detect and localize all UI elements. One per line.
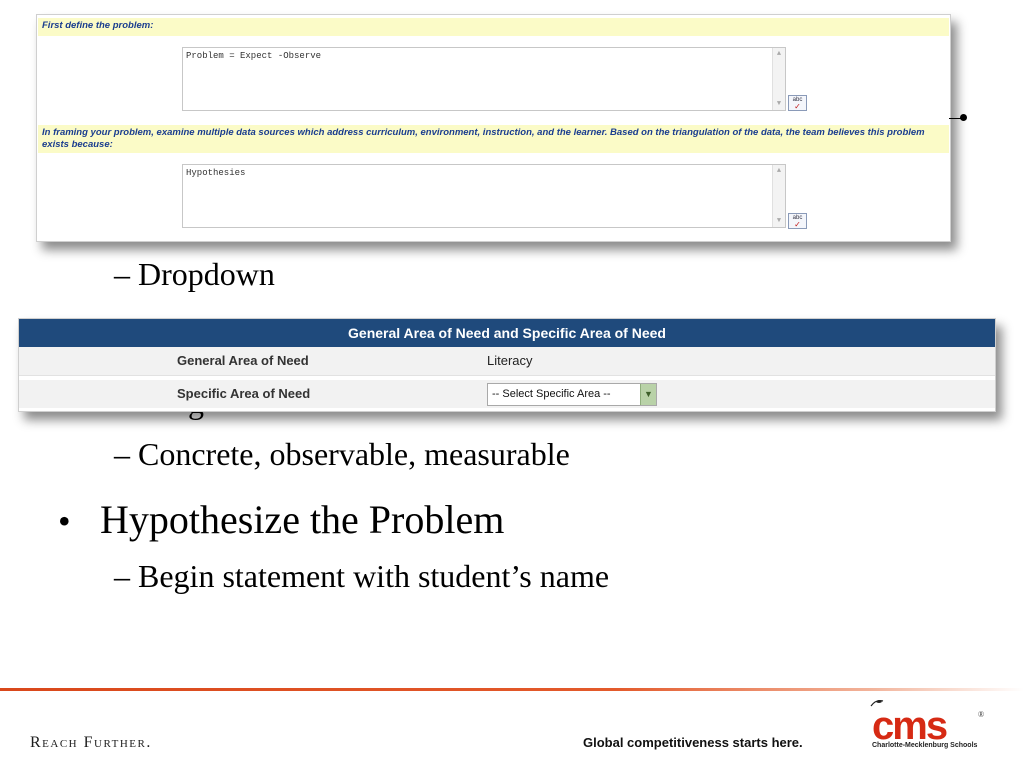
- chevron-down-icon[interactable]: ▼: [640, 384, 656, 405]
- hypothesis-textarea[interactable]: Hypothesies ▲ ▼: [182, 164, 786, 228]
- hypothesis-textarea-value: Hypothesies: [186, 168, 246, 178]
- define-problem-prompt: First define the problem:: [38, 18, 949, 36]
- scroll-down-icon[interactable]: ▼: [774, 99, 784, 109]
- scroll-up-icon[interactable]: ▲: [774, 49, 784, 59]
- sub-bullet-dropdown: Dropdown: [114, 256, 275, 293]
- specific-area-select[interactable]: -- Select Specific Area -- ▼: [487, 383, 657, 406]
- bullet-hypothesize: Hypothesize the Problem: [100, 497, 505, 542]
- area-of-need-header: General Area of Need and Specific Area o…: [19, 319, 995, 347]
- spellcheck-icon: ✓: [794, 220, 801, 229]
- spellcheck-icon: ✓: [794, 102, 801, 111]
- area-of-need-panel: General Area of Need and Specific Area o…: [18, 318, 996, 412]
- specific-area-label: Specific Area of Need: [177, 386, 311, 401]
- scroll-up-icon[interactable]: ▲: [774, 166, 784, 176]
- problem-form-panel: First define the problem: Problem = Expe…: [36, 14, 951, 242]
- scroll-down-icon[interactable]: ▼: [774, 216, 784, 226]
- registered-mark: ®: [978, 710, 985, 719]
- cms-logo-subtitle: Charlotte-Mecklenburg Schools: [872, 742, 978, 749]
- general-area-label: General Area of Need: [177, 353, 309, 368]
- sub-bullet-begin-statement: Begin statement with student’s name: [114, 558, 609, 595]
- bullet-dot-icon: •: [58, 501, 71, 541]
- sub-bullet-concrete: Concrete, observable, measurable: [114, 436, 570, 473]
- spellcheck-button[interactable]: abc ✓: [788, 213, 807, 229]
- general-area-value: Literacy: [487, 353, 533, 368]
- cms-logo: cms ® Charlotte-Mecklenburg Schools: [866, 699, 986, 752]
- problem-textarea[interactable]: Problem = Expect -Observe ▲ ▼: [182, 47, 786, 111]
- general-area-row: General Area of Need Literacy: [19, 347, 995, 376]
- specific-area-row: Specific Area of Need -- Select Specific…: [19, 380, 995, 408]
- framing-problem-prompt: In framing your problem, examine multipl…: [38, 125, 949, 153]
- specific-area-select-value: -- Select Specific Area --: [492, 388, 611, 400]
- spellcheck-button[interactable]: abc ✓: [788, 95, 807, 111]
- connector-dot: [960, 114, 967, 121]
- cms-logo-mark: cms: [872, 704, 948, 748]
- footer-divider-line: [0, 688, 1024, 691]
- problem-textarea-value: Problem = Expect -Observe: [186, 51, 322, 61]
- footer-motto: Reach Further.: [30, 734, 152, 751]
- footer-tagline: Global competitiveness starts here.: [583, 735, 803, 750]
